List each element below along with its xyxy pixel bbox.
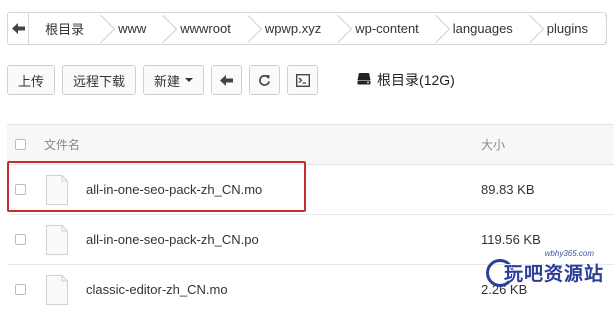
select-all-checkbox[interactable] [15,139,26,150]
file-name[interactable]: classic-editor-zh_CN.mo [86,282,228,297]
breadcrumb: 根目录 www wwwroot wpwp.xyz wp-content lang… [7,12,607,45]
watermark-text: 玩吧资源站 [504,264,605,285]
terminal-button[interactable] [287,65,319,95]
back-arrow-icon [220,74,234,86]
disk-icon [357,72,371,88]
refresh-button[interactable] [249,65,281,95]
file-size: 89.83 KB [481,182,535,197]
remote-download-button[interactable]: 远程下载 [62,65,137,95]
name-cell: all-in-one-seo-pack-zh_CN.po [26,224,456,255]
disk-indicator[interactable]: 根目录(12G) [357,70,455,90]
toolbar: 上传 远程下载 新建 根目录(12G) [7,65,455,95]
highlight-annotation-box [7,161,306,212]
row-checkbox[interactable] [15,284,26,295]
breadcrumb-item-wwwroot[interactable]: wwwroot [164,13,249,44]
back-arrow-icon [11,23,25,34]
table-header: 文件名 大小 [7,125,614,165]
watermark-url: wbhy365.com [544,249,594,258]
new-button-label: 新建 [154,73,181,89]
disk-label: 根目录(12G) [377,72,455,88]
back-button[interactable] [211,65,243,95]
file-icon [46,224,68,255]
breadcrumb-item-wp-content[interactable]: wp-content [339,13,437,44]
file-size: 119.56 KB [481,232,541,247]
name-header-cell: 文件名 [26,136,456,153]
chevron-down-icon [185,78,194,82]
name-column-header[interactable]: 文件名 [44,136,80,153]
file-icon [46,274,68,305]
terminal-icon [295,73,310,87]
breadcrumb-back-button[interactable] [8,13,30,44]
watermark: wbhy365.com 玩吧资源站 [486,249,614,291]
upload-button[interactable]: 上传 [7,65,56,95]
new-dropdown-button[interactable]: 新建 [143,65,205,95]
breadcrumb-item-root[interactable]: 根目录 [29,13,102,44]
file-name[interactable]: all-in-one-seo-pack-zh_CN.po [86,232,259,247]
size-column-header[interactable]: 大小 [481,136,505,153]
row-checkbox[interactable] [15,234,26,245]
name-cell: classic-editor-zh_CN.mo [26,274,456,305]
refresh-icon [259,74,271,86]
breadcrumb-item-plugins[interactable]: plugins [531,13,606,44]
breadcrumb-item-www[interactable]: www [102,13,164,44]
breadcrumb-item-site[interactable]: wpwp.xyz [249,13,339,44]
breadcrumb-item-languages[interactable]: languages [437,13,531,44]
